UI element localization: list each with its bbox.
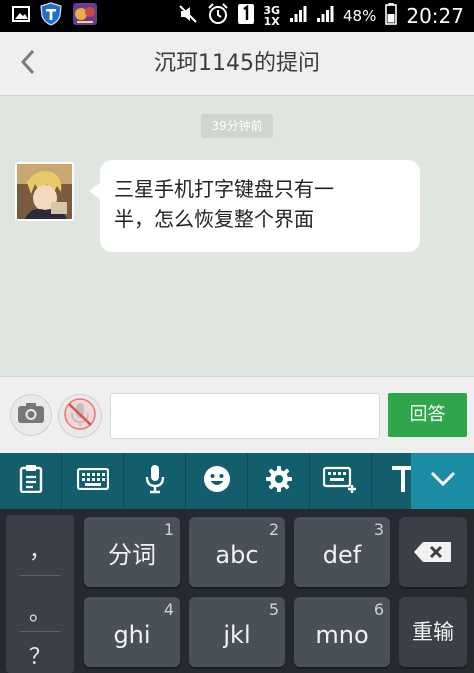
keypad: ， 。 ？ 1 分词 2 abc 3 def 4 ghi 5 jkl 6 mno…: [0, 509, 474, 673]
keyboard-resize-icon: [322, 464, 359, 498]
keyboard-resize-button[interactable]: [310, 453, 372, 509]
signal-icon-2: [316, 5, 334, 27]
alarm-icon: [207, 3, 229, 29]
key-period[interactable]: 。: [6, 595, 74, 627]
camera-button[interactable]: [10, 394, 52, 436]
camera-icon: [17, 402, 45, 428]
game-app-icon: [72, 2, 98, 30]
key-label: def: [322, 541, 362, 569]
page-title: 沉珂1145的提问: [154, 51, 320, 76]
title-bar: 沉珂1145的提问: [0, 32, 474, 96]
answer-button[interactable]: 回答: [388, 393, 467, 437]
signal-icon: [289, 5, 307, 27]
key-2[interactable]: 2 abc: [189, 517, 285, 587]
collapse-keyboard-button[interactable]: [411, 453, 474, 509]
emoji-button[interactable]: [186, 453, 248, 509]
reset-input-key[interactable]: 重输: [399, 597, 467, 667]
clipboard-icon: [19, 465, 43, 497]
shield-app-icon: [40, 2, 62, 30]
timestamp-badge: 39分钟前: [201, 114, 273, 138]
avatar[interactable]: [15, 162, 74, 221]
backspace-icon: [399, 541, 467, 563]
keyboard-icon: [76, 467, 109, 494]
battery-percent: 48%: [343, 7, 377, 25]
key-label: 分词: [108, 541, 156, 569]
network-type-bottom: 1X: [263, 15, 280, 28]
network-type: 3G 1X: [263, 5, 280, 27]
sim1-icon: [238, 4, 255, 28]
key-label: abc: [215, 541, 259, 569]
key-4[interactable]: 4 ghi: [84, 597, 180, 667]
chevron-down-icon: [429, 470, 457, 492]
key-question[interactable]: ？: [6, 639, 74, 671]
message-line-1: 三星手机打字键盘只有一: [114, 177, 334, 201]
status-bar: 3G 1X 48% 20:27: [0, 0, 474, 32]
key-5[interactable]: 5 jkl: [189, 597, 285, 667]
voice-input-button[interactable]: [124, 453, 186, 509]
key-label: jkl: [223, 621, 251, 649]
key-label: mno: [315, 621, 369, 649]
punctuation-column: ， 。 ？: [6, 515, 74, 673]
keyboard-toolbar: [0, 453, 474, 509]
key-comma[interactable]: ，: [6, 533, 74, 565]
message-line-2: 半，怎么恢复整个界面: [114, 207, 314, 231]
gallery-icon: [12, 6, 30, 26]
backspace-key[interactable]: [399, 517, 467, 587]
key-6[interactable]: 6 mno: [294, 597, 390, 667]
divider: [20, 631, 60, 632]
answer-input[interactable]: [110, 393, 380, 439]
message-bubble: 三星手机打字键盘只有一 半，怎么恢复整个界面: [89, 160, 420, 252]
keyboard-layout-button[interactable]: [62, 453, 124, 509]
emoji-icon: [203, 465, 231, 497]
clipboard-button[interactable]: [0, 453, 62, 509]
microphone-disabled-icon: [63, 397, 97, 435]
key-label: 重输: [412, 620, 454, 644]
battery-icon: [385, 3, 398, 29]
divider: [20, 575, 60, 576]
key-1[interactable]: 1 分词: [84, 517, 180, 587]
clock: 20:27: [406, 4, 464, 28]
input-bar: 回答: [0, 376, 474, 453]
key-3[interactable]: 3 def: [294, 517, 390, 587]
key-label: ghi: [113, 621, 151, 649]
settings-icon: [265, 465, 293, 497]
settings-button[interactable]: [248, 453, 310, 509]
mute-icon: [178, 5, 198, 27]
voice-button[interactable]: [58, 394, 102, 438]
chat-area: 39分钟前 三星手机打字键盘只有一 半，怎么恢复整个界面: [0, 97, 474, 376]
microphone-icon: [145, 464, 165, 498]
